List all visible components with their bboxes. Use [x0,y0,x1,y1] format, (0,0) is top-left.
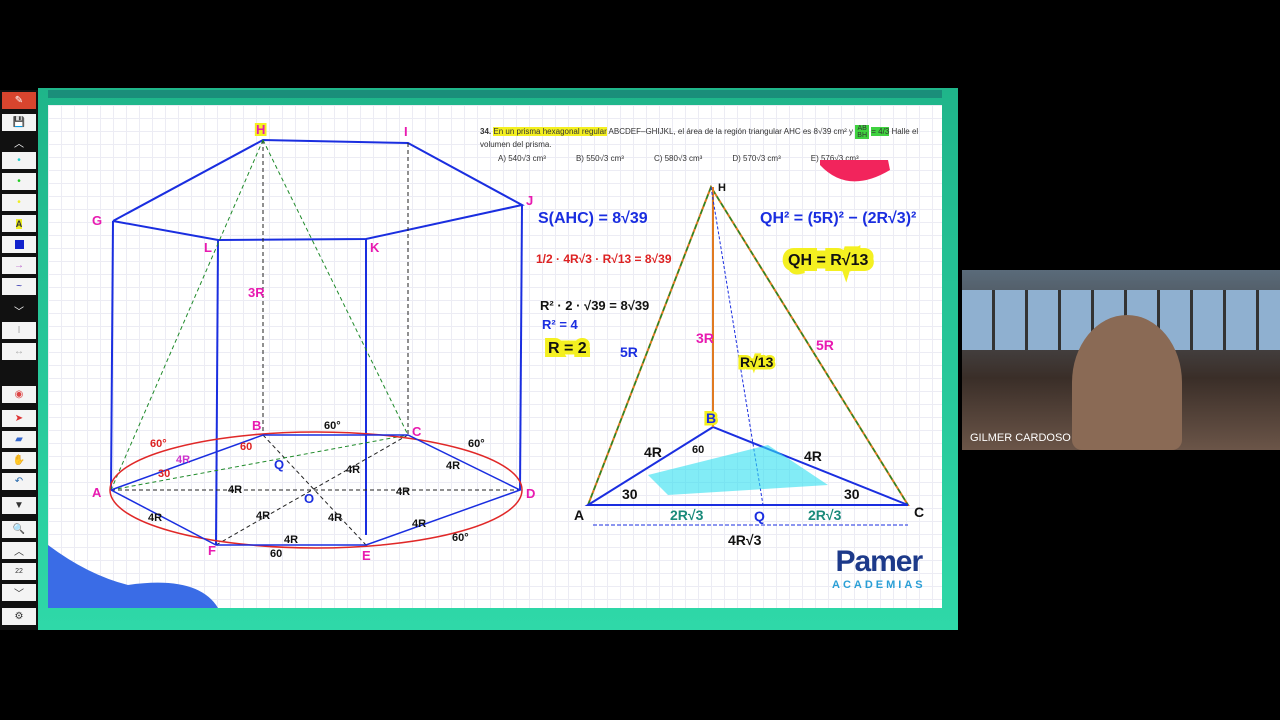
center-o: O [304,491,314,506]
logo-subtitle: ACADEMIAS [832,579,926,591]
area-expansion: 1/2 · 4R√3 · R√13 = 8√39 [536,252,672,266]
vertex-c: C [914,504,924,520]
side-label: 4R [148,512,162,524]
text-tool-button[interactable]: A [2,215,36,232]
zoom-icon[interactable]: 🔍 [2,521,36,538]
spotlight-icon[interactable]: I [2,322,36,339]
height-label: 3R [696,330,714,346]
vertex-k: K [370,240,380,255]
hand-icon[interactable]: ✋ [2,452,36,469]
side-label: 4R [228,484,242,496]
vertex-h: H [718,182,726,194]
webcam-feed: GILMER CARDOSO [962,270,1280,450]
save-icon[interactable]: 💾 [2,114,36,131]
presenter-name: GILMER CARDOSO [970,432,1071,444]
pamer-logo: Pamer ACADEMIAS [832,545,926,591]
slide-header-bar [48,90,942,98]
highlighter-yellow-button[interactable]: • [2,194,36,211]
side-aq-label: 2R√3 [670,507,704,523]
point-q: Q [274,457,284,472]
triangle-labels: A C H B Q 5R 5R 3R R√13 4R 4R 2R√3 2R√3 … [574,182,924,548]
expand-width-icon[interactable]: ↔ [2,343,36,360]
side-label: 4R [346,464,360,476]
side-label: 4R [328,512,342,524]
pointer-icon[interactable]: ➤ [2,410,36,427]
hidden-edges [111,140,520,546]
corner-blob [48,545,218,608]
angle-label: 60 [240,441,252,453]
vertex-b: B [706,410,716,426]
side-label: 4R [176,454,190,466]
qh-result: QH = R√13 [788,252,868,269]
freehand-tool-button[interactable]: ~ [2,278,36,295]
side-label: 4R [284,534,298,546]
logo-name: Pamer [835,545,923,578]
simplification: R² · 2 · √39 = 8√39 [540,298,649,313]
prism-vertex-labels: H I J G L K A B C D E F O Q 3R [92,120,535,563]
pen-menu-button[interactable]: ✎ [2,92,36,109]
pythagoras-equation: QH² = (5R)² − (2R√3)² [760,210,916,227]
hexagonal-prism [110,138,525,546]
angle-c-label: 30 [844,486,860,502]
drawing-canvas: H I J G L K A B C D E F O Q 3R 60° 60° 6… [48,120,924,608]
side-ab-label: 4R [644,444,662,460]
vertex-b: B [252,418,261,433]
vertex-j: J [526,193,533,208]
side-bc-label: 4R [804,448,822,464]
annotation-toolbar: ✎ 💾 ︿ • • • A → ~ ﹀ I ↔ ◉ ➤ ▰ ✋ ↶ ▼ 🔍 ︿ … [0,90,38,630]
prev-page-icon[interactable]: ︿ [2,542,36,559]
pen-green-button[interactable]: • [2,173,36,190]
side-qc-label: 2R√3 [808,507,842,523]
angle-a-label: 30 [622,486,638,502]
vertex-c: C [412,424,422,439]
angle-label: 30 [158,468,170,480]
angle-label: 60° [150,438,167,450]
page-number: 22 [2,563,36,580]
arrow-tool-button[interactable]: → [2,257,36,274]
r-result: R = 2 [548,340,587,357]
r-squared: R² = 4 [542,317,579,332]
point-q: Q [754,508,765,524]
undo-icon[interactable]: ↶ [2,473,36,490]
vertex-a: A [574,507,584,523]
vertex-e: E [362,548,371,563]
record-icon[interactable]: ◉ [2,386,36,403]
side-label: 4R [256,510,270,522]
vertex-i: I [404,124,408,139]
area-equation: S(AHC) = 8√39 [538,210,648,227]
work-notes: S(AHC) = 8√39 1/2 · 4R√3 · R√13 = 8√39 R… [536,210,916,361]
angle-label: 60° [324,420,341,432]
height-label: 3R [248,285,265,300]
side-ah-label: 5R [620,344,638,360]
vertex-h: H [256,122,265,137]
pen-cyan-button[interactable]: • [2,152,36,169]
presenter [1072,315,1182,450]
side-hc-label: 5R [816,337,834,353]
dropdown-icon[interactable]: ▼ [2,497,36,514]
vertex-f: F [208,543,216,558]
angle-label: 60° [468,438,485,450]
side-label: 4R [412,518,426,530]
settings-gear-icon[interactable]: ⚙ [2,608,36,625]
vertex-d: D [526,486,535,501]
slide-frame: 34. En un prisma hexagonal regular ABCDE… [38,88,958,630]
vertex-l: L [204,240,212,255]
angle-b-label: 60 [692,444,704,456]
pink-blob [820,160,890,182]
collapse-up-icon[interactable]: ︿ [2,134,36,151]
next-page-icon[interactable]: ﹀ [2,584,36,601]
side-label: 4R [396,486,410,498]
eraser-icon[interactable]: ▰ [2,431,36,448]
qh-label: R√13 [740,354,774,370]
collapse-down-icon[interactable]: ﹀ [2,302,36,319]
square-tool-button[interactable] [2,236,36,253]
angle-label: 60° [452,532,469,544]
whiteboard: 34. En un prisma hexagonal regular ABCDE… [48,105,942,608]
vertex-g: G [92,213,102,228]
side-ac-label: 4R√3 [728,532,762,548]
side-label: 4R [446,460,460,472]
angle-label: 60 [270,548,282,560]
vertex-a: A [92,485,102,500]
